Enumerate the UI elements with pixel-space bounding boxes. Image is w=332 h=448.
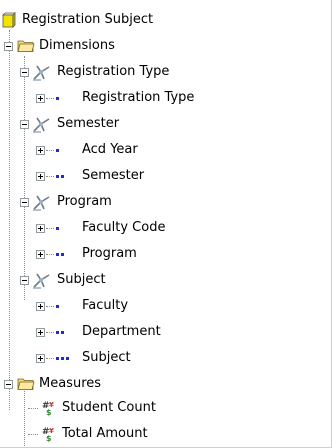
collapse-toggle[interactable] (20, 67, 29, 77)
measure-label: Total Amount (62, 426, 148, 441)
tree-node-dimension[interactable]: Registration Type (20, 62, 169, 82)
root-label: Registration Subject (22, 12, 154, 27)
expand-toggle[interactable] (36, 223, 45, 233)
level-icon (56, 226, 78, 230)
expand-toggle[interactable] (36, 93, 45, 103)
dimension-icon (33, 117, 50, 133)
tree-node-level[interactable]: Program (36, 244, 137, 264)
tree-node-level[interactable]: Acd Year (36, 140, 138, 160)
dimension-icon (33, 273, 50, 289)
expand-toggle[interactable] (36, 145, 45, 155)
level-icon (56, 330, 78, 334)
tree-node-measures[interactable]: Measures (4, 374, 101, 394)
expand-toggle[interactable] (36, 327, 45, 337)
level-icon (56, 304, 78, 308)
tree-line (9, 30, 10, 410)
tree-view: Registration Subject Dimensions Registra… (0, 0, 332, 448)
folder-open-icon (17, 378, 35, 390)
dimension-icon (33, 195, 50, 211)
collapse-toggle[interactable] (20, 275, 29, 285)
level-label: Registration Type (82, 90, 195, 105)
tree-node-dimension[interactable]: Program (20, 192, 112, 212)
tree-line (24, 56, 25, 300)
measures-label: Measures (39, 376, 102, 391)
collapse-toggle[interactable] (4, 379, 13, 389)
measure-icon: # ¥ $ (42, 427, 54, 443)
level-label: Department (82, 324, 161, 339)
expand-toggle[interactable] (36, 171, 45, 181)
measure-label: Student Count (62, 400, 156, 415)
tree-node-level[interactable]: Semester (36, 166, 144, 186)
collapse-toggle[interactable] (4, 41, 13, 51)
dimension-label: Program (57, 194, 112, 209)
dimensions-label: Dimensions (39, 38, 115, 53)
level-label: Faculty (82, 298, 129, 313)
tree-node-measure[interactable]: # ¥ $ Student Count (42, 398, 156, 418)
dimension-label: Registration Type (57, 64, 170, 79)
tree-line (28, 434, 38, 435)
level-icon (56, 174, 78, 178)
svg-text:$: $ (46, 408, 52, 417)
tree-node-level[interactable]: Subject (36, 348, 131, 368)
dimension-icon (33, 65, 50, 81)
level-icon (56, 252, 78, 256)
collapse-toggle[interactable] (20, 119, 29, 129)
level-icon (56, 356, 78, 360)
dimension-label: Semester (57, 116, 120, 131)
level-label: Semester (82, 168, 145, 183)
tree-node-level[interactable]: Faculty Code (36, 218, 165, 238)
measure-icon: # ¥ $ (42, 401, 54, 417)
expand-toggle[interactable] (36, 301, 45, 311)
tree-node-root[interactable]: Registration Subject (0, 10, 153, 30)
tree-node-dimension[interactable]: Subject (20, 270, 106, 290)
cube-icon (2, 12, 16, 28)
tree-node-level[interactable]: Registration Type (36, 88, 194, 108)
dimension-label: Subject (57, 272, 106, 287)
level-icon (56, 96, 78, 100)
level-icon (56, 148, 78, 152)
tree-node-level[interactable]: Department (36, 322, 161, 342)
tree-line (28, 408, 38, 409)
level-label: Acd Year (82, 142, 138, 157)
tree-node-level[interactable]: Faculty (36, 296, 128, 316)
svg-text:$: $ (46, 434, 52, 443)
folder-open-icon (17, 40, 35, 52)
expand-toggle[interactable] (36, 249, 45, 259)
level-label: Program (82, 246, 137, 261)
collapse-toggle[interactable] (20, 197, 29, 207)
tree-node-dimensions[interactable]: Dimensions (4, 36, 115, 56)
tree-node-measure[interactable]: # ¥ $ Total Amount (42, 424, 148, 444)
level-label: Subject (82, 350, 131, 365)
tree-node-dimension[interactable]: Semester (20, 114, 119, 134)
expand-toggle[interactable] (36, 353, 45, 363)
level-label: Faculty Code (82, 220, 166, 235)
